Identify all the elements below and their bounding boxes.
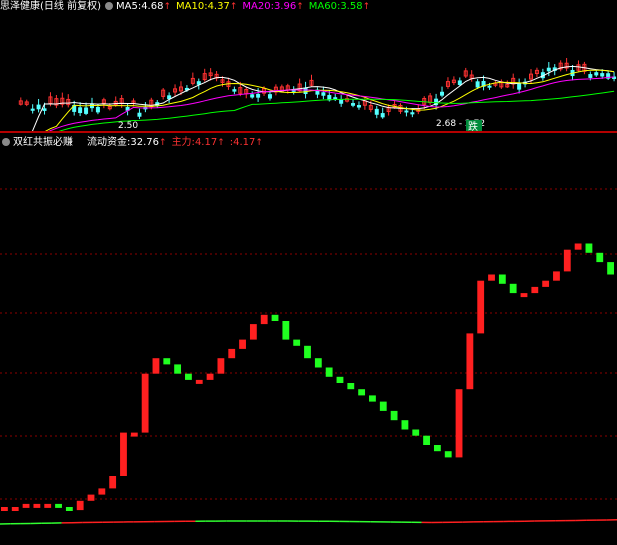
flow-bar [163,358,171,365]
flow-bar [412,429,420,436]
flow-bar [531,286,539,294]
flow-bar [498,274,506,284]
flow-bar [217,358,225,374]
flow-bar [185,373,192,380]
flow-bar [336,376,344,383]
flow-bar [206,373,214,380]
flow-bar [130,432,138,437]
flow-bar [33,503,41,508]
flow-bar [109,476,117,489]
flow-bar [44,503,52,508]
flow-bar [509,283,517,294]
flow-bar [585,243,593,253]
capital-flow-chart[interactable] [0,0,617,545]
flow-bar [596,252,604,263]
flow-bar [477,280,485,334]
flow-bar [282,321,290,340]
flow-bar [423,435,430,445]
flow-bar [55,503,62,508]
flow-bar [141,373,149,433]
flow-bar [444,451,452,458]
flow-bar [87,494,95,501]
flow-bar [379,401,387,411]
flow-bar [542,280,550,287]
flow-bar [22,503,30,508]
flow-bar [65,507,73,511]
flow-bar [488,274,495,281]
flow-bar [433,445,441,452]
flow-bar [195,379,203,384]
flow-bar [228,348,236,359]
flow-bar [260,314,268,325]
flow-bar [574,243,582,250]
flow-bar [152,358,160,374]
flow-bar [563,249,571,272]
flow-bar [314,358,322,368]
flow-bar [607,262,614,275]
flow-bar [249,324,257,340]
flow-bar [174,364,182,374]
flow-bar [369,395,376,402]
flow-bar [401,420,409,430]
flow-bar [466,333,474,390]
flow-bar [455,389,463,458]
flow-bar [1,507,8,511]
flow-bar [325,367,333,377]
flow-bar [520,293,528,298]
flow-bar [271,314,279,321]
flow-bar [11,507,19,511]
flow-bar [553,271,560,281]
flow-bar [76,500,84,511]
flow-bar [304,345,311,359]
flow-bar [390,410,398,421]
flow-bar [347,383,355,390]
flow-bar [358,389,366,396]
flow-bar [120,432,127,476]
flow-bar [239,339,246,349]
flow-bar [98,488,106,495]
flow-bar [293,339,301,346]
